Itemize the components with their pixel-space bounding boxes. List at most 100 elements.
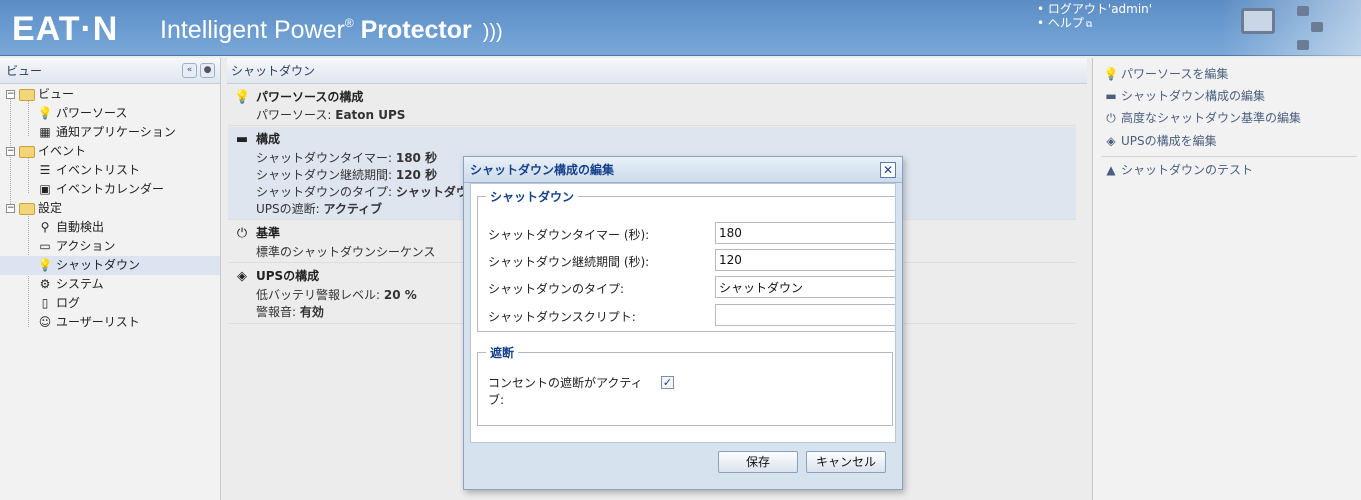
- section-title: パワーソースの構成: [256, 90, 364, 104]
- tree-item-label: 自動検出: [56, 220, 105, 234]
- collapse-toggle-icon[interactable]: −: [6, 147, 15, 156]
- lightbulb-icon: 💡: [37, 106, 53, 120]
- line-label: シャットダウンのタイプ:: [256, 185, 396, 199]
- collapse-toggle-icon[interactable]: −: [6, 90, 15, 99]
- section-line: 低バッテリ警報レベル: 20 %: [256, 286, 417, 303]
- line-label: 低バッテリ警報レベル:: [256, 288, 384, 302]
- close-icon[interactable]: ✕: [880, 162, 896, 178]
- tree-item-settings[interactable]: − 設定: [0, 199, 220, 218]
- line-label: シャットダウンタイマー:: [256, 151, 396, 165]
- tree-item-log[interactable]: ▯ ログ: [0, 294, 220, 313]
- section-line: シャットダウン継続期間: 120 秒: [256, 166, 437, 183]
- section-line: シャットダウンのタイプ: シャットダウン: [256, 183, 480, 200]
- app-title: Intelligent Power® Protector ))): [160, 16, 503, 45]
- ups-shield-icon: ◈: [1106, 134, 1116, 148]
- edit-shutdown-config-link[interactable]: ▬ シャットダウン構成の編集: [1103, 87, 1265, 105]
- calendar-icon: ▣: [39, 182, 51, 196]
- folder-icon: [19, 203, 35, 215]
- logout-link[interactable]: • ログアウト'admin': [1037, 2, 1152, 16]
- action-label: UPSの構成を編集: [1121, 134, 1217, 148]
- divider: [1101, 156, 1357, 157]
- edit-advanced-criteria-link[interactable]: ⏻ 高度なシャットダウン基準の編集: [1103, 109, 1301, 127]
- tree-item-label: 設定: [38, 201, 63, 215]
- section-line: 標準のシャットダウンシーケンス: [256, 245, 436, 259]
- line-value: 180 秒: [395, 151, 438, 165]
- tree-item-actions[interactable]: ▭ アクション: [0, 237, 220, 256]
- power-icon: ⏻: [1106, 111, 1116, 125]
- edit-power-source-link[interactable]: 💡 パワーソースを編集: [1103, 65, 1229, 83]
- outlet-cutoff-checkbox[interactable]: ✓: [661, 376, 674, 389]
- collapse-toggle-icon[interactable]: −: [6, 204, 15, 213]
- top-links: • ログアウト'admin' • ヘルプ ⧉: [1037, 2, 1152, 32]
- section-title: 基準: [256, 226, 281, 240]
- ups-shield-icon: ◈: [237, 269, 247, 284]
- tree-item-label: イベントリスト: [56, 163, 141, 177]
- edit-ups-config-link[interactable]: ◈ UPSの構成を編集: [1103, 132, 1217, 150]
- collapse-icon[interactable]: «: [182, 63, 197, 78]
- tree-item-power-source[interactable]: 💡 パワーソース: [0, 104, 220, 123]
- tree-item-label: ユーザーリスト: [56, 315, 140, 329]
- edit-shutdown-dialog: シャットダウン構成の編集 ✕ シャットダウン シャットダウンタイマー (秒): …: [463, 156, 903, 490]
- outlet-cutoff-label: コンセントの遮断がアクティ ブ:: [488, 375, 643, 409]
- grid-icon: ▦: [39, 125, 51, 139]
- network-illustration-icon: [1221, 0, 1361, 56]
- line-value: Eaton UPS: [335, 108, 406, 122]
- shutdown-type-input[interactable]: [715, 276, 895, 298]
- tree-item-shutdown[interactable]: 💡 シャットダウン: [0, 256, 220, 275]
- external-link-icon: ⧉: [1085, 20, 1093, 30]
- duration-label: シャットダウン継続期間 (秒):: [488, 255, 650, 269]
- dialog-title: シャットダウン構成の編集: [464, 157, 902, 183]
- tree-item-label: シャットダウン: [56, 258, 141, 272]
- left-navigation-panel: ビュー « ● − ビュー 💡 パワーソース ▦ 通知アプリケーション − イベ…: [0, 58, 221, 500]
- search-icon: ⚲: [40, 220, 50, 234]
- users-icon: ☺: [38, 315, 52, 329]
- center-panel-title: シャットダウン: [231, 64, 316, 78]
- section-title: 構成: [256, 132, 281, 146]
- section-line: パワーソース: Eaton UPS: [256, 106, 405, 123]
- list-icon: ☰: [39, 163, 51, 177]
- test-icon: ▲: [1106, 163, 1116, 177]
- tree-item-event-calendar[interactable]: ▣ イベントカレンダー: [0, 180, 220, 199]
- line-label: シャットダウン継続期間:: [256, 168, 396, 182]
- tree-item-label: パワーソース: [56, 106, 128, 120]
- shutdown-timer-input[interactable]: [715, 222, 895, 244]
- section-title: UPSの構成: [256, 269, 320, 283]
- document-icon: ▯: [41, 296, 49, 310]
- tree-item-label: システム: [56, 277, 104, 291]
- line-value: アクティブ: [323, 202, 383, 216]
- gear-icon[interactable]: ●: [200, 63, 215, 78]
- script-label: シャットダウンスクリプト:: [488, 310, 636, 324]
- window-icon: ▭: [39, 239, 51, 253]
- tree-item-auto-discovery[interactable]: ⚲ 自動検出: [0, 218, 220, 237]
- tree-item-notification-apps[interactable]: ▦ 通知アプリケーション: [0, 123, 220, 142]
- registered-mark: ®: [344, 16, 354, 30]
- left-panel-title: ビュー: [6, 64, 43, 78]
- app-title-part1: Intelligent Power: [160, 16, 345, 44]
- cutoff-legend: 遮断: [490, 346, 515, 360]
- section-power-source[interactable]: 💡 パワーソースの構成 パワーソース: Eaton UPS: [228, 85, 1076, 126]
- monitor-icon: ▬: [1105, 89, 1117, 103]
- tree-item-system[interactable]: ⚙ システム: [0, 275, 220, 294]
- action-label: 高度なシャットダウン基準の編集: [1121, 111, 1302, 125]
- tree-item-view[interactable]: − ビュー: [0, 85, 220, 104]
- cancel-button[interactable]: キャンセル: [806, 451, 886, 473]
- shutdown-script-input[interactable]: [715, 304, 895, 326]
- tree-item-user-list[interactable]: ☺ ユーザーリスト: [0, 313, 220, 332]
- dialog-body: シャットダウン シャットダウンタイマー (秒): シャットダウン継続期間 (秒)…: [470, 183, 896, 443]
- tree-item-label: アクション: [56, 239, 116, 253]
- tree-item-event-list[interactable]: ☰ イベントリスト: [0, 161, 220, 180]
- lightbulb-icon: 💡: [234, 90, 251, 105]
- monitor-icon: ▬: [235, 132, 249, 147]
- action-label: シャットダウン構成の編集: [1121, 89, 1266, 103]
- eaton-logo: EAT·N: [12, 10, 119, 48]
- test-shutdown-link[interactable]: ▲ シャットダウンのテスト: [1103, 161, 1253, 179]
- cutoff-fieldset: 遮断 コンセントの遮断がアクティ ブ: ✓: [477, 344, 893, 426]
- left-panel-header: ビュー « ●: [0, 58, 220, 84]
- help-link-label: • ヘルプ: [1037, 16, 1084, 30]
- folder-icon: [19, 146, 35, 158]
- tree-item-events[interactable]: − イベント: [0, 142, 220, 161]
- help-link[interactable]: • ヘルプ ⧉: [1037, 16, 1152, 32]
- line-label: パワーソース:: [256, 108, 336, 122]
- shutdown-duration-input[interactable]: [715, 249, 895, 271]
- save-button[interactable]: 保存: [718, 451, 798, 473]
